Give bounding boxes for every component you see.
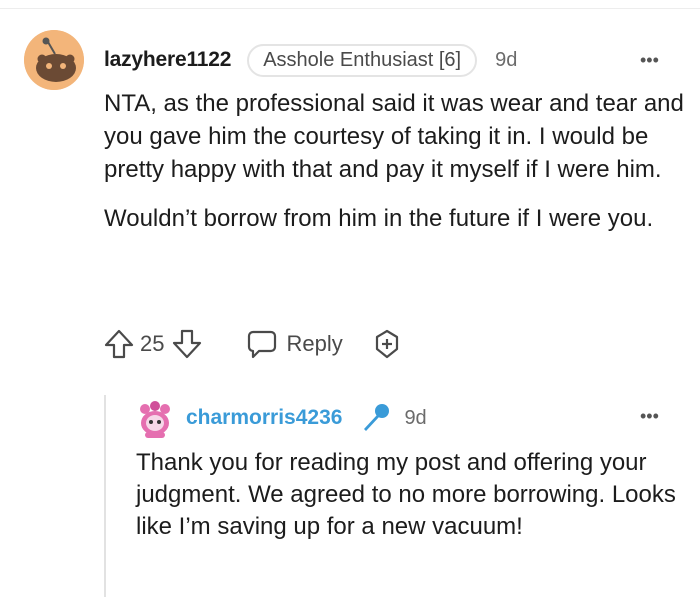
award-icon[interactable]	[371, 328, 403, 360]
snoo-avatar-icon[interactable]	[24, 30, 84, 90]
comment-paragraph: Wouldn’t borrow from him in the future i…	[104, 205, 654, 232]
more-options-icon[interactable]: •••	[640, 406, 659, 427]
reply-bubble-icon	[246, 328, 278, 360]
pink-snoo-avatar-icon[interactable]	[137, 399, 173, 439]
reply-header: charmorris4236 9d	[186, 400, 427, 436]
reply-age: 9d	[404, 406, 427, 429]
comment-username[interactable]: lazyhere1122	[104, 48, 231, 72]
user-flair: Asshole Enthusiast [6]	[247, 43, 478, 77]
comment-header: lazyhere1122 Asshole Enthusiast [6] 9d	[104, 42, 517, 78]
comment-paragraph: NTA, as the professional said it was wea…	[104, 90, 684, 183]
reply-username[interactable]: charmorris4236	[186, 406, 342, 430]
reply-body: Thank you for reading my post and offeri…	[136, 449, 676, 540]
top-divider	[0, 8, 700, 9]
vote-count: 25	[140, 331, 165, 356]
microphone-icon	[358, 401, 392, 435]
reply-label: Reply	[286, 331, 343, 356]
comment-age: 9d	[495, 48, 518, 71]
reply-button[interactable]: Reply	[246, 328, 343, 360]
more-options-icon[interactable]: •••	[640, 50, 659, 71]
thread-line[interactable]	[104, 395, 106, 597]
comment-actions: 25 Reply	[102, 324, 403, 364]
downvote-icon[interactable]	[170, 327, 204, 361]
comment-body: NTA, as the professional said it was wea…	[104, 87, 684, 235]
upvote-icon[interactable]	[102, 327, 136, 361]
